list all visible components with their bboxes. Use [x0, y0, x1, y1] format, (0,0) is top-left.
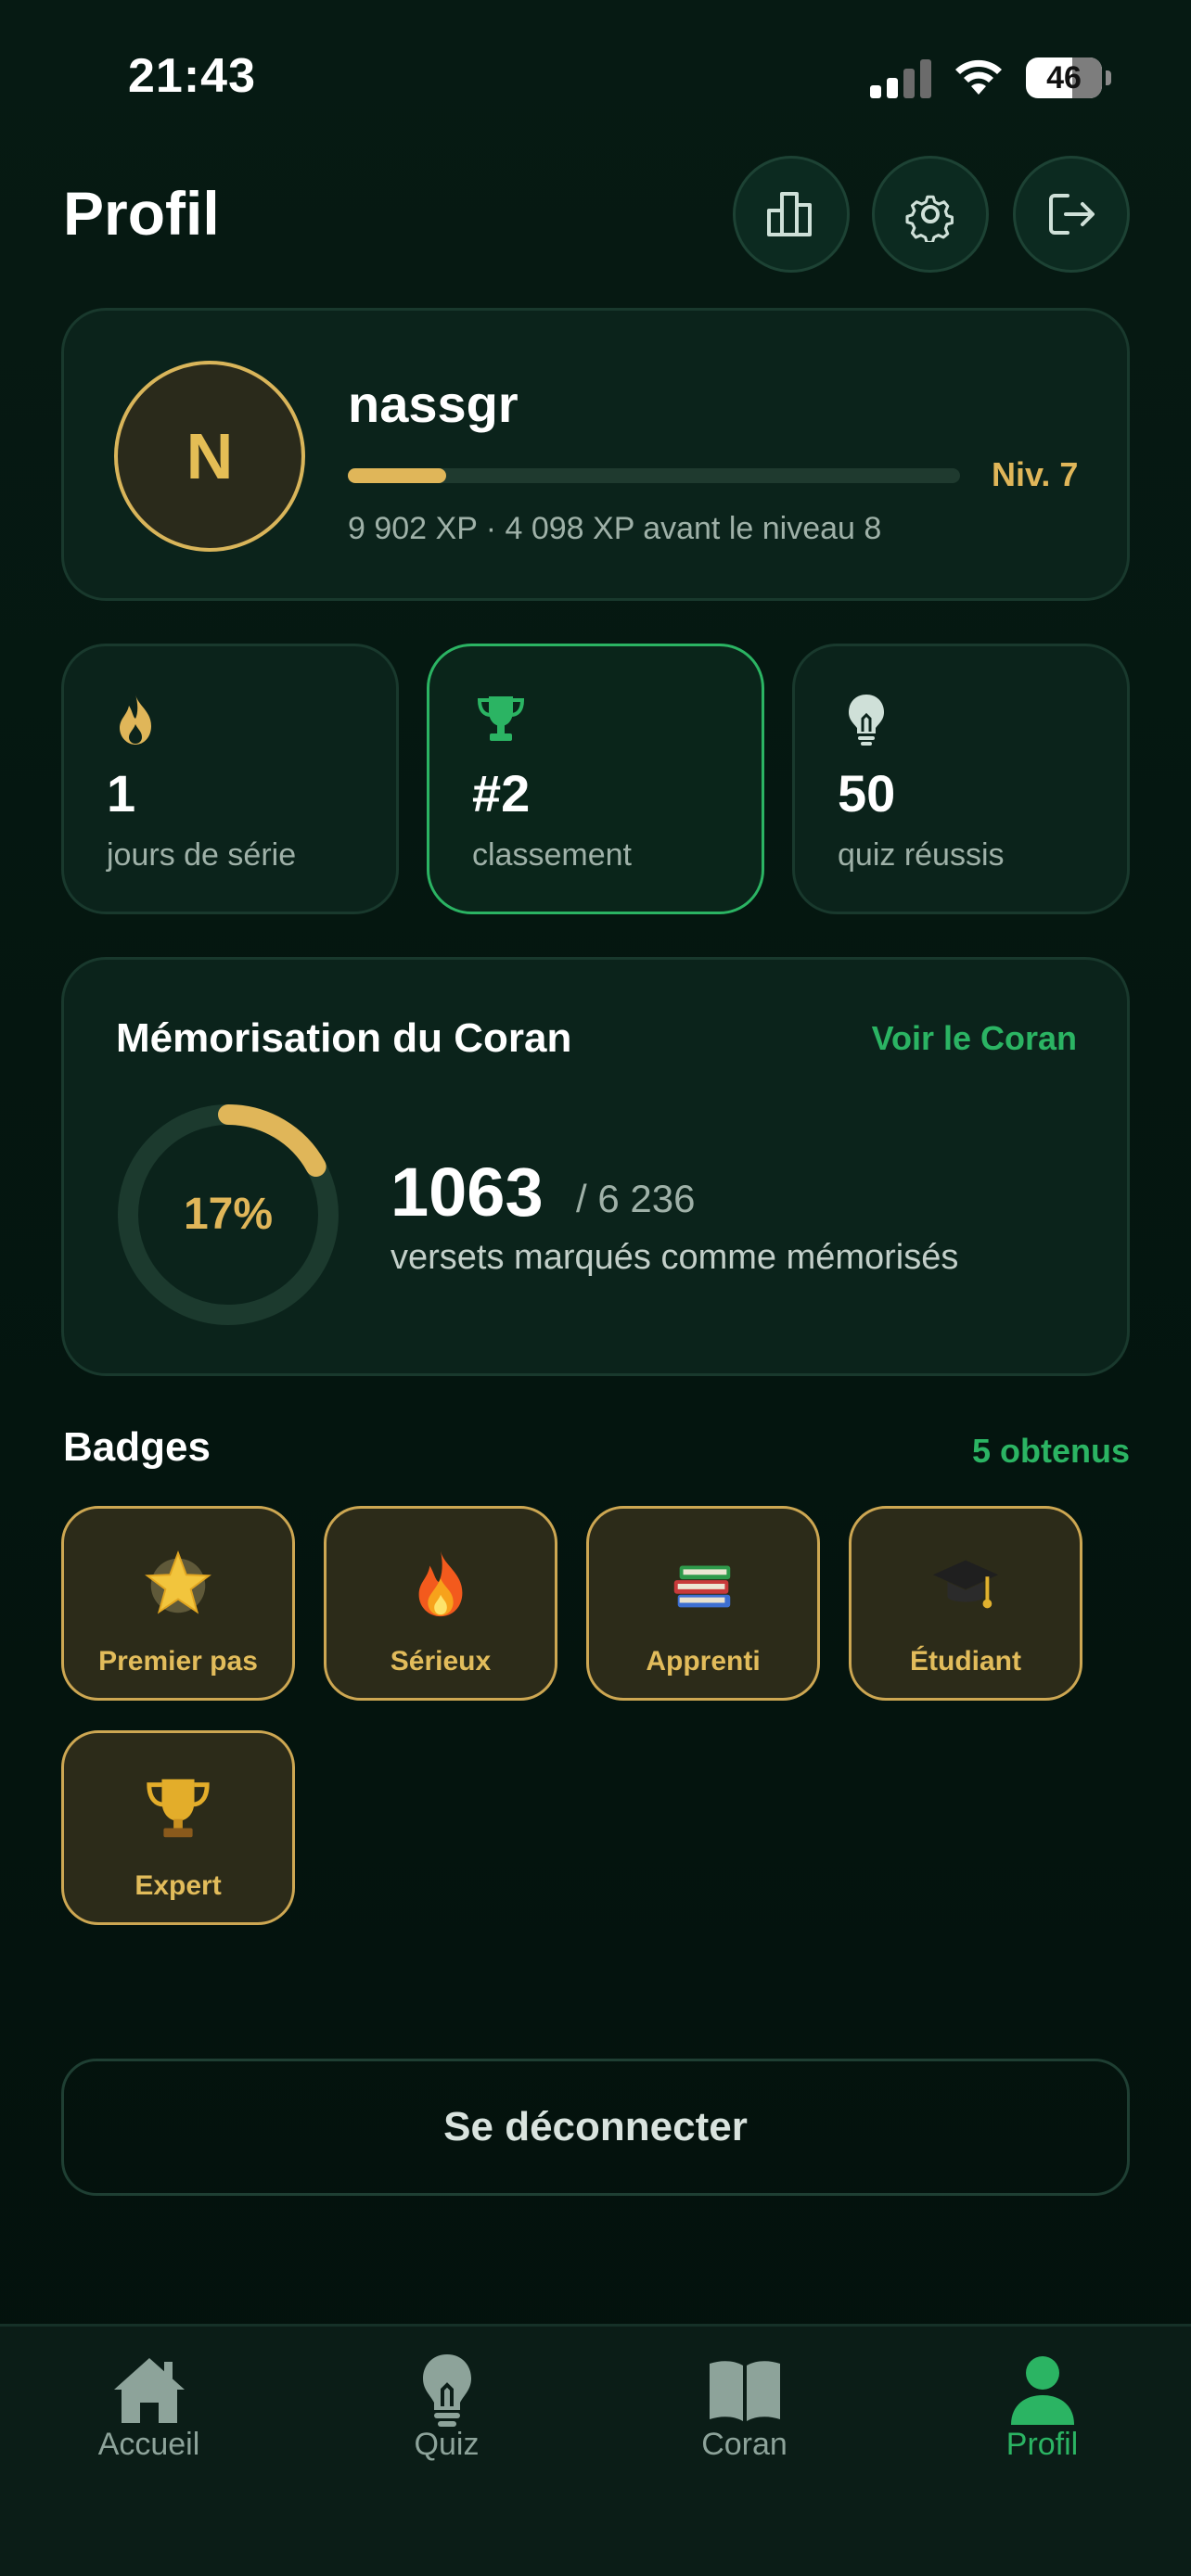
- username: nassgr: [348, 375, 519, 433]
- cellular-signal-icon: [870, 57, 931, 98]
- badge-label: Sérieux: [390, 1646, 492, 1677]
- logout-button[interactable]: Se déconnecter: [61, 2059, 1130, 2196]
- badge-expert[interactable]: Expert: [61, 1730, 295, 1925]
- logout-icon: [1049, 194, 1095, 235]
- nav-item-quiz[interactable]: Quiz: [298, 2327, 596, 2512]
- badge-serieux[interactable]: Sérieux: [324, 1506, 557, 1701]
- badges-count: 5 obtenus: [971, 1432, 1130, 1470]
- level-label: Niv. 7: [992, 455, 1079, 493]
- nav-label: Coran: [701, 2427, 788, 2462]
- memorization-card: Mémorisation du Coran Voir le Coran 17% …: [61, 957, 1130, 1376]
- xp-text: 9 902 XP · 4 098 XP avant le niveau 8: [348, 511, 882, 546]
- badges-title: Badges: [63, 1424, 211, 1470]
- bottom-nav: Accueil Quiz Coran Profil: [0, 2324, 1191, 2576]
- status-time: 21:43: [128, 49, 256, 103]
- fire-icon: [418, 1550, 463, 1617]
- stat-card-quiz[interactable]: 50 quiz réussis: [792, 644, 1130, 914]
- page-title: Profil: [63, 179, 220, 248]
- badge-premier-pas[interactable]: Premier pas: [61, 1506, 295, 1701]
- stat-card-streak[interactable]: 1 jours de série: [61, 644, 399, 914]
- memorization-caption: versets marqués comme mémorisés: [391, 1238, 959, 1277]
- nav-item-profil[interactable]: Profil: [893, 2327, 1191, 2512]
- bar-chart-icon: [767, 192, 812, 236]
- badge-label: Premier pas: [98, 1646, 258, 1677]
- stat-value: 50: [838, 764, 896, 823]
- flame-icon: [120, 695, 151, 745]
- leaderboard-button[interactable]: [733, 156, 850, 273]
- trophy-icon: [147, 1779, 210, 1838]
- nav-label: Quiz: [414, 2427, 480, 2462]
- stat-label: quiz réussis: [838, 837, 1005, 873]
- stat-value: #2: [472, 764, 531, 823]
- logout-icon-button[interactable]: [1013, 156, 1130, 273]
- memorization-title: Mémorisation du Coran: [116, 1015, 572, 1061]
- lightbulb-icon: [849, 695, 884, 746]
- nav-label: Profil: [1005, 2427, 1079, 2462]
- view-quran-link[interactable]: Voir le Coran: [872, 1019, 1077, 1058]
- badge-etudiant[interactable]: Étudiant: [849, 1506, 1082, 1701]
- xp-progress-bar: [348, 468, 960, 483]
- books-icon: [673, 1565, 731, 1608]
- nav-item-accueil[interactable]: Accueil: [0, 2327, 298, 2512]
- stat-label: classement: [472, 837, 632, 873]
- stat-card-ranking[interactable]: #2 classement: [427, 644, 764, 914]
- nav-label: Accueil: [97, 2427, 200, 2462]
- nav-item-coran[interactable]: Coran: [596, 2327, 893, 2512]
- profile-card: N nassgr Niv. 7 9 902 XP · 4 098 XP avan…: [61, 308, 1130, 601]
- status-bar: 21:43 46: [0, 0, 1191, 148]
- xp-progress-fill: [348, 468, 446, 483]
- verse-total: / 6 236: [576, 1177, 696, 1220]
- battery-cap: [1106, 70, 1111, 85]
- badge-apprenti[interactable]: Apprenti: [586, 1506, 820, 1701]
- lightbulb-icon: [422, 2354, 471, 2427]
- avatar: N: [114, 361, 305, 552]
- badge-label: Étudiant: [910, 1646, 1021, 1677]
- battery-icon: 46: [1026, 57, 1102, 98]
- settings-button[interactable]: [872, 156, 989, 273]
- stat-label: jours de série: [107, 837, 297, 873]
- battery-level: 46: [1046, 60, 1082, 96]
- trophy-icon: [477, 696, 525, 741]
- book-icon: [709, 2361, 780, 2421]
- person-icon: [1010, 2356, 1074, 2425]
- gear-icon: [905, 195, 954, 242]
- home-icon: [113, 2358, 185, 2423]
- wifi-icon: [955, 59, 1002, 95]
- memorized-count: 1063: [391, 1154, 544, 1231]
- graduation-cap-icon: [932, 1560, 999, 1609]
- memorization-percent: 17%: [183, 1190, 274, 1239]
- stat-value: 1: [107, 764, 136, 823]
- badge-label: Apprenti: [646, 1646, 761, 1677]
- badge-label: Expert: [134, 1870, 222, 1901]
- star-icon: [145, 1550, 211, 1614]
